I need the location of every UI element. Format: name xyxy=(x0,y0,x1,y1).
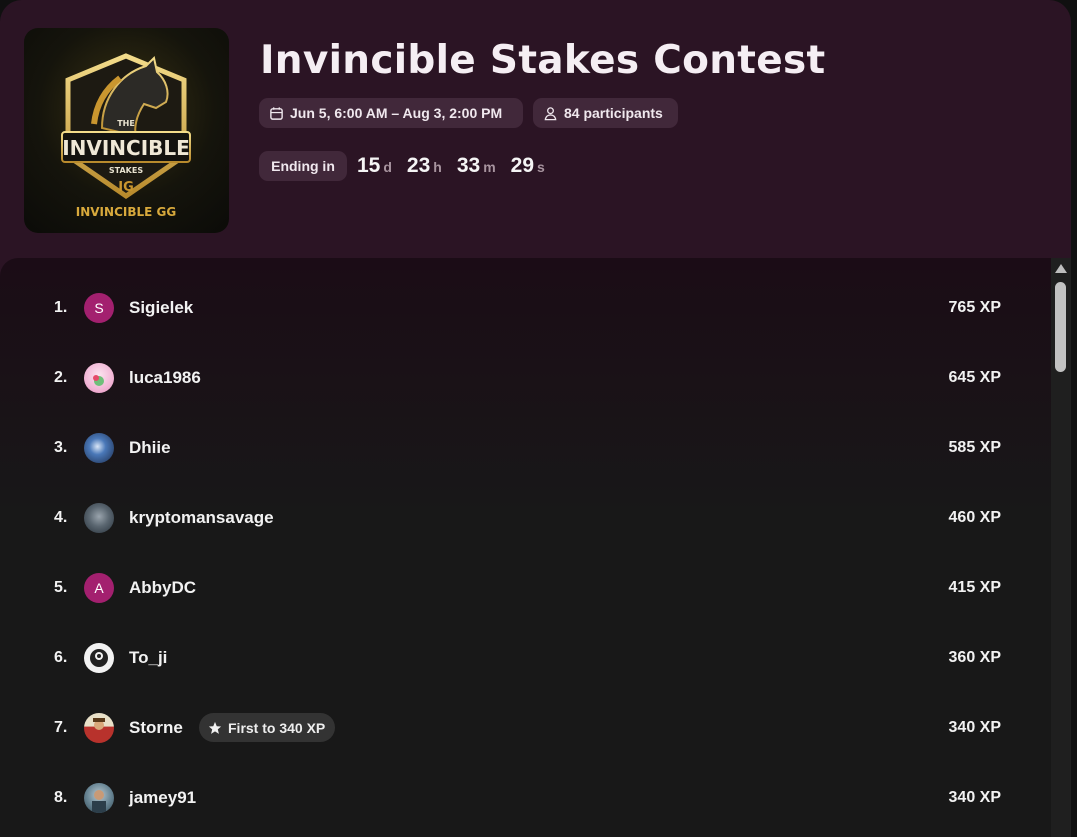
xp-value: 585 XP xyxy=(948,439,1001,456)
avatar-letter: A xyxy=(94,580,104,596)
countdown-days-unit: d xyxy=(383,159,392,175)
countdown-minutes-value: 33 xyxy=(456,154,481,177)
username[interactable]: Storne xyxy=(129,693,183,763)
contest-panel: THE INVINCIBLE STAKES IG INVINCIBLE GG I… xyxy=(0,0,1071,837)
avatar: S xyxy=(84,293,114,323)
leaderboard-row[interactable]: 4. kryptomansavage 460 XP xyxy=(0,483,1051,553)
rank-number: 7. xyxy=(54,719,68,736)
countdown-hours: 23 h xyxy=(407,154,442,178)
horse-shield-logo: THE INVINCIBLE STAKES IG INVINCIBLE GG xyxy=(61,53,191,219)
rank-number: 6. xyxy=(54,649,68,666)
countdown-hours-unit: h xyxy=(433,159,442,175)
logo-brand: INVINCIBLE GG xyxy=(76,205,176,219)
logo-text-the: THE xyxy=(117,119,135,128)
rank-number: 3. xyxy=(54,439,68,456)
username[interactable]: Sigielek xyxy=(129,273,193,343)
ending-in-label: Ending in xyxy=(259,151,347,181)
rank-number: 4. xyxy=(54,509,68,526)
person-icon xyxy=(544,106,557,120)
contest-header: THE INVINCIBLE STAKES IG INVINCIBLE GG I… xyxy=(0,0,1071,258)
xp-value: 460 XP xyxy=(948,509,1001,526)
username[interactable]: kryptomansavage xyxy=(129,483,274,553)
logo-text-ig: IG xyxy=(118,180,134,195)
avatar xyxy=(84,713,114,743)
countdown-timer: 15 d 23 h 33 m 29 s xyxy=(357,151,560,181)
avatar xyxy=(84,783,114,813)
scroll-thumb[interactable] xyxy=(1055,282,1066,372)
participants-text: 84 participants xyxy=(564,105,663,121)
username[interactable]: luca1986 xyxy=(129,343,201,413)
countdown-hours-value: 23 xyxy=(406,154,431,177)
calendar-icon xyxy=(270,106,283,120)
achievement-badge: First to 340 XP xyxy=(199,713,336,742)
username[interactable]: AbbyDC xyxy=(129,553,196,623)
rank-number: 2. xyxy=(54,369,68,386)
avatar xyxy=(84,503,114,533)
username[interactable]: To_ji xyxy=(129,623,167,693)
leaderboard-row[interactable]: 8. jamey91 340 XP xyxy=(0,763,1051,833)
username[interactable]: jamey91 xyxy=(129,763,196,833)
contest-logo: THE INVINCIBLE STAKES IG INVINCIBLE GG xyxy=(24,28,229,233)
countdown-minutes: 33 m xyxy=(457,154,496,178)
countdown-seconds: 29 s xyxy=(511,154,545,178)
rank-number: 5. xyxy=(54,579,68,596)
xp-value: 415 XP xyxy=(948,579,1001,596)
xp-value: 645 XP xyxy=(948,369,1001,386)
countdown-seconds-value: 29 xyxy=(510,154,535,177)
leaderboard-row[interactable]: 7. Storne First to 340 XP 340 XP xyxy=(0,693,1051,763)
xp-value: 340 XP xyxy=(948,719,1001,736)
avatar xyxy=(84,643,114,673)
countdown-minutes-unit: m xyxy=(483,159,496,175)
avatar: A xyxy=(84,573,114,603)
rank-number: 8. xyxy=(54,789,68,806)
leaderboard-row[interactable]: 5. A AbbyDC 415 XP xyxy=(0,553,1051,623)
rank-number: 1. xyxy=(54,299,68,316)
xp-value: 360 XP xyxy=(948,649,1001,666)
leaderboard-row[interactable]: 3. Dhiie 585 XP xyxy=(0,413,1051,483)
countdown-days: 15 d xyxy=(357,154,392,178)
leaderboard-row[interactable]: 2. luca1986 645 XP xyxy=(0,343,1051,413)
leaderboard[interactable]: 1. S Sigielek 765 XP 2. luca1986 645 XP … xyxy=(0,258,1051,837)
avatar xyxy=(84,433,114,463)
leaderboard-row[interactable]: 1. S Sigielek 765 XP xyxy=(0,273,1051,343)
username[interactable]: Dhiie xyxy=(129,413,171,483)
achievement-badge-text: First to 340 XP xyxy=(228,719,326,736)
contest-title: Invincible Stakes Contest xyxy=(260,38,826,83)
avatar-letter: S xyxy=(94,300,104,316)
logo-text-invincible: INVINCIBLE xyxy=(62,136,190,160)
countdown-seconds-unit: s xyxy=(537,159,545,175)
xp-value: 765 XP xyxy=(948,299,1001,316)
xp-value: 340 XP xyxy=(948,789,1001,806)
star-icon xyxy=(208,721,222,734)
scroll-up-arrow-icon[interactable] xyxy=(1055,264,1067,273)
date-range-pill: Jun 5, 6:00 AM – Aug 3, 2:00 PM xyxy=(259,98,523,128)
logo-text-stakes: STAKES xyxy=(109,166,143,175)
date-range-text: Jun 5, 6:00 AM – Aug 3, 2:00 PM xyxy=(290,105,503,121)
participants-pill: 84 participants xyxy=(533,98,678,128)
avatar xyxy=(84,363,114,393)
countdown-days-value: 15 xyxy=(357,154,381,177)
leaderboard-row[interactable]: 6. To_ji 360 XP xyxy=(0,623,1051,693)
scrollbar[interactable] xyxy=(1051,258,1071,837)
